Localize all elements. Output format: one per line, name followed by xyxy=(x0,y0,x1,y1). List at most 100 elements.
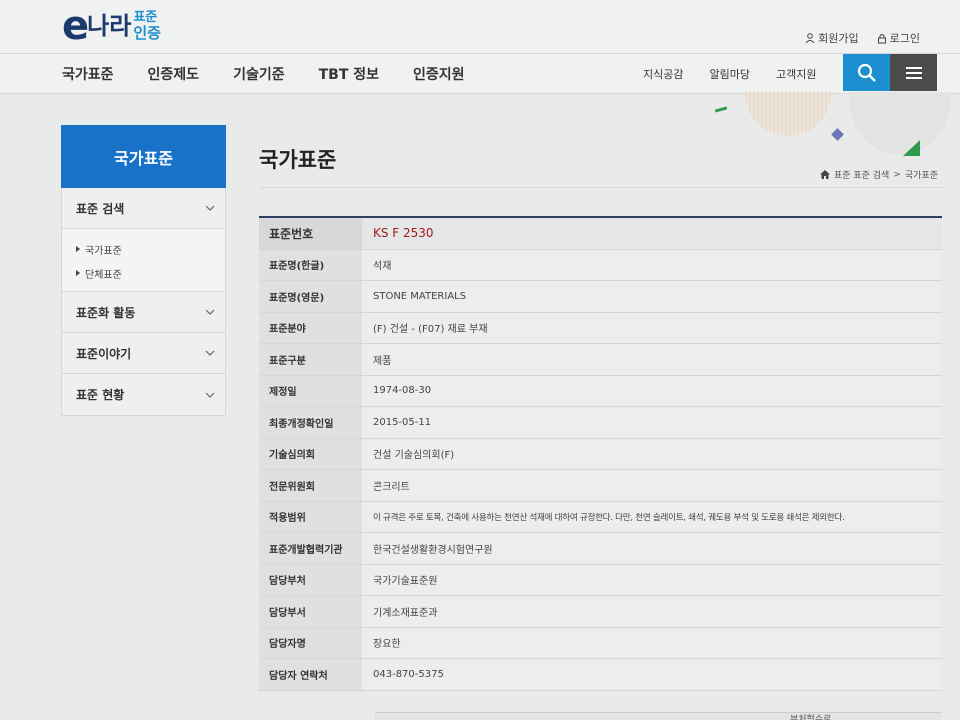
chevron-down-icon xyxy=(205,350,215,356)
row-value: 장요한 xyxy=(362,627,942,658)
nav-item-customer[interactable]: 고객지원 xyxy=(776,66,816,82)
table-row: 표준구분 제품 xyxy=(259,344,942,376)
table-row: 표준개발협력기관 한국건설생활환경시험연구원 xyxy=(259,533,942,565)
nav-item-notice[interactable]: 알림마당 xyxy=(709,66,749,82)
row-value: 이 규격은 주로 토목, 건축에 사용하는 천연산 석재에 대하여 규정한다. … xyxy=(362,501,942,532)
sidebar-item-story[interactable]: 표준이야기 xyxy=(62,333,225,374)
row-label: 담당부서 xyxy=(259,596,362,627)
user-icon xyxy=(805,32,815,43)
search-icon xyxy=(857,63,876,82)
sidebar-item-label: 표준화 활동 xyxy=(76,305,136,320)
sidebar-sub-national[interactable]: 국가표준 xyxy=(76,237,225,261)
row-value: 1974-08-30 xyxy=(362,375,942,406)
top-header: e 나라 표준 인증 회원가입 로그인 xyxy=(0,0,960,54)
nav-item-knowledge[interactable]: 지식공감 xyxy=(643,66,683,82)
nav-item-national-standard[interactable]: 국가표준 xyxy=(62,64,114,84)
table-row: 표준번호 KS F 2530 xyxy=(259,218,942,250)
sidebar-submenu: 국가표준 단체표준 xyxy=(62,229,225,292)
home-icon[interactable] xyxy=(819,170,830,179)
nav-item-support[interactable]: 인증지원 xyxy=(413,64,465,84)
table-row: 담당자명 장요한 xyxy=(259,627,942,659)
row-value: 기계소재표준과 xyxy=(362,596,942,627)
sidebar-item-standard-search[interactable]: 표준 검색 xyxy=(62,188,225,229)
chevron-down-icon xyxy=(205,309,215,315)
page-title: 국가표준 xyxy=(259,148,337,172)
bullet-icon xyxy=(76,246,80,252)
row-value: 국가기술표준원 xyxy=(362,564,942,595)
row-value: 043-870-5375 xyxy=(362,659,942,690)
sidebar-sub-label: 단체표준 xyxy=(85,269,122,281)
table-row: 표준분야 (F) 건설 - (F07) 재료 부재 xyxy=(259,312,942,344)
sub-nav: 지식공감 알림마당 고객지원 xyxy=(643,66,816,82)
row-label: 담당자명 xyxy=(259,627,362,658)
row-label: 최종개정확인일 xyxy=(259,407,362,438)
row-label: 담당부처 xyxy=(259,564,362,595)
row-label: 기술심의회 xyxy=(259,438,362,469)
row-label: 표준구분 xyxy=(259,344,362,375)
decoration-diamond xyxy=(831,128,844,141)
decoration-dots xyxy=(745,92,831,136)
row-value: 제품 xyxy=(362,344,942,375)
nav-item-technical[interactable]: 기술기준 xyxy=(233,64,285,84)
hamburger-icon xyxy=(905,66,922,79)
table-row: 담당부처 국가기술표준원 xyxy=(259,564,942,596)
row-label: 표준명(영문) xyxy=(259,281,362,312)
row-value: 석재 xyxy=(362,249,942,280)
breadcrumb-search[interactable]: 표준 표준 검색 xyxy=(834,168,889,181)
login-link[interactable]: 로그인 xyxy=(877,30,920,46)
row-value: 한국건설생활환경시험연구원 xyxy=(362,533,942,564)
table-row: 최종개정확인일 2015-05-11 xyxy=(259,407,942,439)
sidebar-item-label: 표준 검색 xyxy=(76,201,125,216)
table-row: 전문위원회 콘크리트 xyxy=(259,470,942,502)
logo-certification: 인증 xyxy=(133,24,161,42)
row-value: STONE MATERIALS xyxy=(362,281,942,312)
table-row: 기술심의회 건설 기술심의회(F) xyxy=(259,438,942,470)
row-label: 전문위원회 xyxy=(259,470,362,501)
logo-right: 표준 인증 xyxy=(133,10,161,42)
nav-item-tbt[interactable]: TBT 정보 xyxy=(319,64,379,84)
menu-button[interactable] xyxy=(890,54,937,91)
sidebar-sub-group[interactable]: 단체표준 xyxy=(76,261,225,285)
table-row: 표준명(영문) STONE MATERIALS xyxy=(259,281,942,313)
join-link[interactable]: 회원가입 xyxy=(805,30,859,46)
gnb-menu: 국가표준 인증제도 기술기준 TBT 정보 인증지원 xyxy=(62,64,465,84)
row-value: (F) 건설 - (F07) 재료 부재 xyxy=(362,312,942,343)
sidebar-menu: 표준 검색 국가표준 단체표준 표준화 활동 표준이야기 표준 현황 xyxy=(61,188,226,416)
decoration-dash xyxy=(714,106,728,113)
table-row: 표준명(한글) 석재 xyxy=(259,249,942,281)
login-label: 로그인 xyxy=(889,32,920,45)
sidebar-sub-label: 국가표준 xyxy=(85,245,122,257)
title-divider xyxy=(259,187,942,188)
standard-detail-table: 표준번호 KS F 2530 표준명(한글) 석재 표준명(영문) STONE MAT… xyxy=(259,216,942,691)
bullet-icon xyxy=(76,270,80,276)
nav-item-certification[interactable]: 인증제도 xyxy=(148,64,200,84)
row-value: 건설 기술심의회(F) xyxy=(362,438,942,469)
breadcrumb-separator: > xyxy=(893,169,901,180)
row-label: 제정일 xyxy=(259,375,362,406)
breadcrumb-current: 국가표준 xyxy=(904,171,938,181)
main-nav: 국가표준 인증제도 기술기준 TBT 정보 인증지원 지식공감 알림마당 고객지… xyxy=(0,54,960,94)
bottom-partial-label: 부처협수로 xyxy=(790,715,832,720)
logo-nara: 나라 xyxy=(87,12,132,40)
sidebar-item-label: 표준이야기 xyxy=(76,346,132,361)
row-label: 표준분야 xyxy=(259,312,362,343)
sidebar-title: 국가표준 xyxy=(61,125,226,188)
table-row: 제정일 1974-08-30 xyxy=(259,375,942,407)
search-button[interactable] xyxy=(843,54,890,91)
sidebar-item-label: 표준 현황 xyxy=(76,388,125,402)
lock-icon xyxy=(877,33,886,43)
chevron-down-icon xyxy=(205,392,215,398)
breadcrumb: 표준 표준 검색 > 국가표준 xyxy=(819,168,938,181)
bottom-partial-row xyxy=(375,712,942,720)
logo-e: e xyxy=(62,3,90,49)
site-logo[interactable]: e 나라 표준 인증 xyxy=(62,3,161,49)
row-label: 표준명(한글) xyxy=(259,249,362,280)
row-value: 콘크리트 xyxy=(362,470,942,501)
logo-standard: 표준 xyxy=(133,10,158,25)
row-label: 표준번호 xyxy=(259,218,362,249)
sidebar-item-activity[interactable]: 표준화 활동 xyxy=(62,292,225,333)
table-row: 담당자 연락처 043-870-5375 xyxy=(259,659,942,691)
utility-links: 회원가입 로그인 xyxy=(805,30,920,46)
table-row: 적용범위 이 규격은 주로 토목, 건축에 사용하는 천연산 석재에 대하여 규정… xyxy=(259,501,942,533)
sidebar-item-status[interactable]: 표준 현황 xyxy=(62,374,225,415)
